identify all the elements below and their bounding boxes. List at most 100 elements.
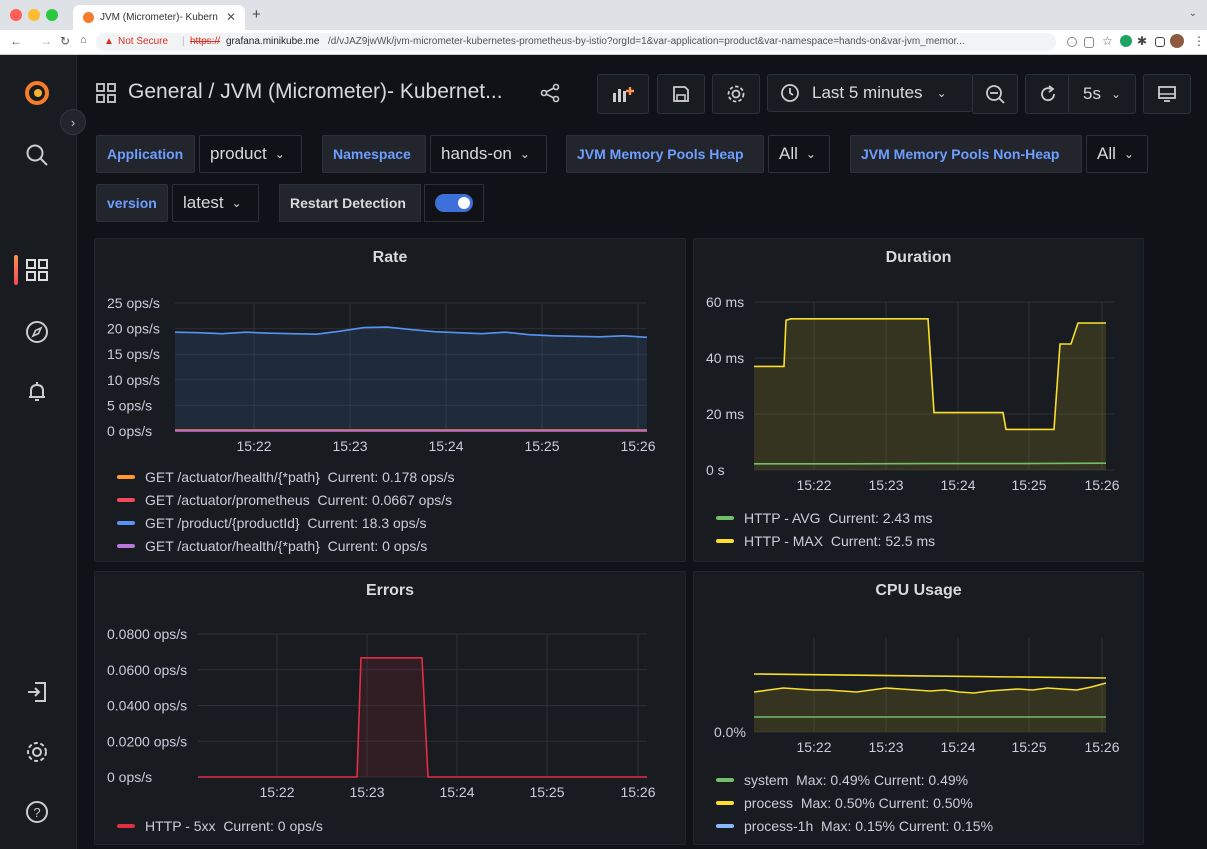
toggle-switch[interactable] [435, 194, 473, 212]
help-icon[interactable]: ? [22, 797, 52, 827]
y-tick-label: 0.0400 ops/s [107, 698, 187, 714]
panel-duration[interactable]: Duration 60 ms 40 ms 20 ms 0 s 15:22 15:23 15:… [693, 238, 1144, 562]
refresh-button[interactable] [1025, 74, 1071, 114]
legend-series-name: GET /actuator/prometheus [145, 491, 318, 508]
legend-item[interactable]: GET /actuator/prometheus Current: 0.0667… [117, 488, 455, 511]
add-panel-button[interactable] [597, 74, 649, 114]
new-tab-button[interactable]: + [252, 6, 261, 23]
share-icon[interactable] [540, 83, 560, 103]
save-dashboard-button[interactable] [657, 74, 705, 114]
grafana-logo-icon[interactable] [22, 78, 52, 108]
legend-current-value: Current: 0 ops/s [327, 537, 428, 554]
back-arrow-icon[interactable]: ← [10, 34, 22, 48]
browser-tab-strip: JVM (Micrometer)- Kubernetes ✕ + ⌄ [0, 0, 1207, 30]
y-tick-label: 5 ops/s [107, 397, 152, 413]
legend-item[interactable]: HTTP - MAX Current: 52.5 ms [716, 529, 935, 552]
legend-item[interactable]: GET /actuator/health/{*path} Current: 0.… [117, 465, 455, 488]
legend-series-name: HTTP - MAX [744, 532, 831, 549]
profile-avatar[interactable] [1170, 34, 1184, 48]
rate-chart[interactable]: 25 ops/s 20 ops/s 15 ops/s 10 ops/s 5 ops/s 0… [95, 239, 685, 469]
search-icon[interactable] [22, 140, 52, 170]
legend-item[interactable]: process-1h Max: 0.15% Current: 0.15% [716, 814, 993, 837]
address-bar[interactable]: ▲ Not Secure | https:// grafana.minikube… [96, 33, 1056, 51]
gear-icon [727, 85, 745, 103]
zoom-search-icon[interactable] [1067, 37, 1077, 47]
refresh-interval-picker[interactable]: 5s ⌄ [1068, 74, 1136, 114]
variable-value: product [210, 144, 267, 163]
share-page-icon[interactable] [1084, 37, 1094, 48]
clock-icon [781, 84, 799, 102]
y-tick-label: 0 ops/s [107, 423, 152, 439]
zoom-out-button[interactable] [972, 74, 1018, 114]
panel-rate[interactable]: Rate 25 ops/s 20 ops/s 15 ops/s 10 ops/s 5 o… [94, 238, 686, 562]
time-range-picker[interactable]: Last 5 minutes ⌄ [767, 74, 973, 112]
chevron-down-icon: ⌄ [274, 147, 285, 161]
close-tab-icon[interactable]: ✕ [226, 10, 236, 24]
legend-swatch [117, 543, 135, 548]
panel-cpu[interactable]: CPU Usage 0.0% 15:22 15:23 15:24 15:25 15:26 … [693, 571, 1144, 845]
bookmark-star-icon[interactable]: ☆ [1102, 34, 1113, 48]
duration-chart[interactable]: 60 ms 40 ms 20 ms 0 s 15:22 15:23 15:24 15:25 15… [694, 239, 1143, 499]
y-tick-label: 15 ops/s [107, 346, 160, 362]
tab-list-chevron-icon[interactable]: ⌄ [1189, 8, 1197, 19]
legend-swatch [716, 515, 734, 520]
x-tick-label: 15:22 [796, 739, 831, 755]
legend-current-value: Current: 0.0667 ops/s [317, 491, 453, 508]
legend-item[interactable]: GET /actuator/health/{*path} Current: 0 … [117, 534, 455, 557]
home-icon[interactable]: ⌂ [80, 34, 87, 46]
save-icon [673, 86, 689, 102]
panel-errors[interactable]: Errors 0.0800 ops/s 0.0600 ops/s 0.0400 op… [94, 571, 686, 845]
minimize-window-button[interactable] [28, 9, 40, 21]
legend-item[interactable]: HTTP - 5xx Current: 0 ops/s [117, 814, 323, 837]
variable-select-version[interactable]: latest ⌄ [172, 184, 259, 222]
variable-label-nonheap: JVM Memory Pools Non-Heap [850, 135, 1082, 173]
variable-select-nonheap[interactable]: All ⌄ [1086, 135, 1148, 173]
zoom-window-button[interactable] [46, 9, 58, 21]
restart-detection-toggle[interactable] [424, 184, 484, 222]
x-tick-label: 15:23 [332, 438, 367, 454]
x-tick-label: 15:23 [349, 784, 384, 800]
url-divider: | [182, 36, 185, 47]
errors-chart[interactable]: 0.0800 ops/s 0.0600 ops/s 0.0400 ops/s 0.02… [95, 572, 685, 812]
cpu-chart[interactable]: 0.0% 15:22 15:23 15:24 15:25 15:26 [694, 572, 1143, 762]
settings-gear-icon[interactable] [22, 737, 52, 767]
browser-tab[interactable]: JVM (Micrometer)- Kubernetes ✕ [73, 5, 245, 30]
variable-select-namespace[interactable]: hands-on ⌄ [430, 135, 547, 173]
legend-swatch [117, 823, 135, 828]
extension-green-icon[interactable] [1120, 35, 1132, 47]
reload-icon[interactable]: ↻ [60, 34, 70, 48]
dashboards-grid-icon[interactable] [22, 255, 52, 285]
x-tick-label: 15:24 [428, 438, 463, 454]
rate-legend: GET /actuator/health/{*path} Current: 0.… [117, 465, 455, 557]
side-panel-icon[interactable] [1155, 37, 1165, 47]
legend-item[interactable]: HTTP - AVG Current: 2.43 ms [716, 506, 935, 529]
legend-series-name: process [744, 794, 801, 811]
variable-value: latest [183, 193, 224, 212]
extensions-puzzle-icon[interactable]: ✱ [1137, 34, 1147, 48]
variable-select-heap[interactable]: All ⌄ [768, 135, 830, 173]
zoom-out-icon [986, 85, 1005, 104]
legend-series-name: GET /product/{productId} [145, 514, 308, 531]
cycle-view-mode-button[interactable] [1143, 74, 1191, 114]
x-tick-label: 15:25 [529, 784, 564, 800]
close-window-button[interactable] [10, 9, 22, 21]
browser-menu-icon[interactable]: ⋮ [1193, 34, 1205, 48]
y-tick-label: 20 ms [706, 406, 744, 422]
legend-item[interactable]: system Max: 0.49% Current: 0.49% [716, 768, 993, 791]
expand-sidebar-chevron-icon[interactable]: › [60, 109, 86, 135]
y-tick-label: 0 s [706, 462, 725, 478]
legend-current-value: Max: 0.15% Current: 0.15% [821, 817, 994, 834]
variable-select-application[interactable]: product ⌄ [199, 135, 302, 173]
legend-series-name: HTTP - AVG [744, 509, 829, 526]
chevron-down-icon: ⌄ [231, 196, 242, 210]
explore-compass-icon[interactable] [22, 317, 52, 347]
dashboard-breadcrumb[interactable]: General / JVM (Micrometer)- Kubernet... [128, 80, 503, 104]
legend-swatch [716, 777, 734, 782]
sign-in-icon[interactable] [22, 677, 52, 707]
legend-item[interactable]: GET /product/{productId} Current: 18.3 o… [117, 511, 455, 534]
forward-arrow-icon[interactable]: → [40, 34, 52, 48]
legend-swatch [716, 538, 734, 543]
legend-item[interactable]: process Max: 0.50% Current: 0.50% [716, 791, 993, 814]
dashboard-settings-button[interactable] [712, 74, 760, 114]
alerting-bell-icon[interactable] [22, 377, 52, 407]
